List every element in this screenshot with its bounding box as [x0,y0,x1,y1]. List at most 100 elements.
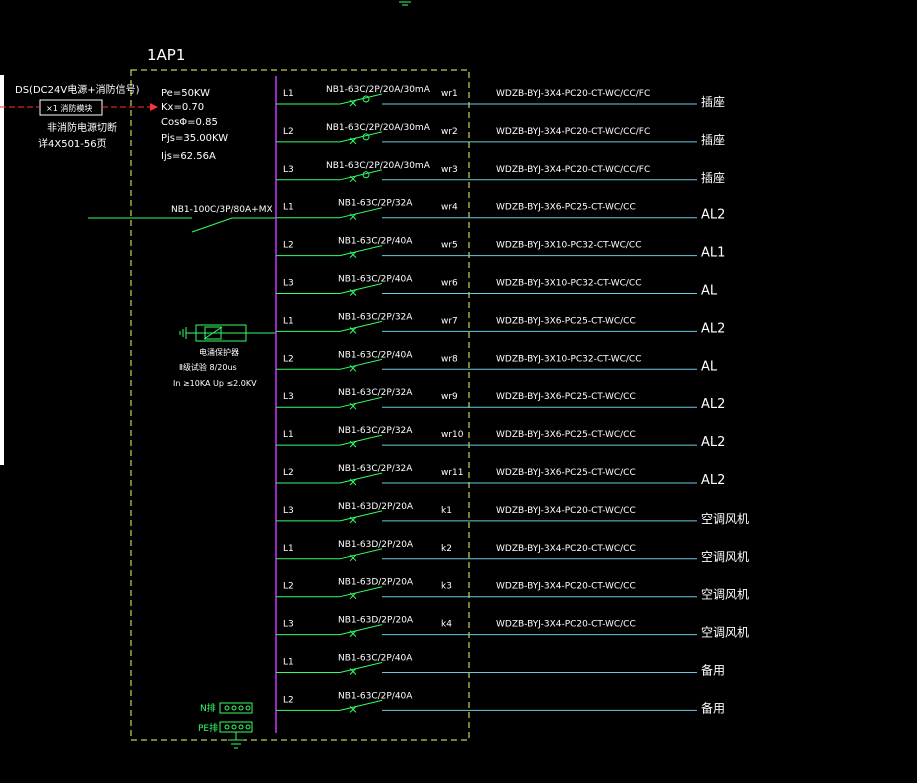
breaker-label: NB1-63D/2P/20A [338,578,414,588]
phase-label: L3 [283,506,294,516]
n-bar-label: N排 [200,702,216,714]
destination-label: 备用 [701,664,725,678]
breaker-label: NB1-63C/2P/32A [338,426,413,436]
phase-label: L3 [283,392,294,402]
circuit-id: wr1 [441,89,458,99]
circuit-row: L3 NB1-63D/2P/20A k4 WDZB-BYJ-3X4-PC20-CT-W… [276,616,749,640]
fire-signal-arrow-icon [150,103,158,111]
fire-module-note-1: 非消防电源切断 [47,121,117,134]
cable-spec: WDZB-BYJ-3X4-PC20-CT-WC/CC [496,544,636,554]
rcd-icon [362,95,370,103]
destination-label: 插座 [701,170,725,185]
circuit-id: wr10 [441,430,464,440]
breaker-label: NB1-63D/2P/20A [338,502,414,512]
breaker-icon [339,548,383,560]
incoming-feeder: NB1-100C/3P/80A+MX [88,205,276,233]
pe-bar-label: PE排 [198,722,218,734]
destination-label: AL2 [701,397,725,412]
phase-label: L2 [283,695,294,705]
breaker-icon [339,699,383,711]
breaker-icon [339,358,383,370]
breaker-label: NB1-63C/2P/32A [338,464,413,474]
circuit-id: k4 [441,620,452,630]
destination-label: 空调风机 [701,588,749,602]
circuit-id: wr8 [441,354,458,364]
incoming-breaker-icon [191,217,233,233]
panel-params: Pe=50KW Kx=0.70 CosΦ=0.85 Pjs=35.00KW Ij… [161,88,228,162]
destination-label: AL2 [701,473,725,488]
destination-label: AL2 [701,435,725,450]
circuit-id: k2 [441,544,452,554]
circuit-row: L2 NB1-63C/2P/20A/30mA wr2 WDZB-BYJ-3X4-PC2… [276,123,725,147]
circuit-row: L1 NB1-63C/2P/32A wr7 WDZB-BYJ-3X6-PC25-CT-… [276,312,725,336]
circuit-id: wr5 [441,241,458,251]
circuit-rows: L1 NB1-63C/2P/20A/30mA wr1 WDZB-BYJ-3X4-PC2… [276,85,749,715]
cable-spec: WDZB-BYJ-3X4-PC20-CT-WC/CC/FC [496,165,650,175]
circuit-row: L2 NB1-63C/2P/40A wr5 WDZB-BYJ-3X10-PC32-CT… [276,237,725,261]
spd-title: 电涌保护器 [199,347,239,357]
phase-label: L2 [283,354,294,364]
cable-spec: WDZB-BYJ-3X6-PC25-CT-WC/CC [496,316,636,326]
destination-label: 空调风机 [701,626,749,640]
cable-spec: WDZB-BYJ-3X4-PC20-CT-WC/CC [496,506,636,516]
cable-spec: WDZB-BYJ-3X4-PC20-CT-WC/CC/FC [496,127,650,137]
breaker-label: NB1-63C/2P/40A [338,350,413,360]
circuit-id: k3 [441,582,452,592]
circuit-row: L3 NB1-63C/2P/20A/30mA wr3 WDZB-BYJ-3X4-PC2… [276,161,725,185]
breaker-icon [339,93,383,105]
phase-label: L2 [283,582,294,592]
destination-label: 空调风机 [701,512,749,526]
phase-label: L1 [283,544,294,554]
circuit-row: L2 NB1-63C/2P/40A wr8 WDZB-BYJ-3X10-PC32-CT… [276,350,718,374]
circuit-row: L1 NB1-63C/2P/32A wr10 WDZB-BYJ-3X6-PC25-CT… [276,426,725,450]
param-ijs: Ijs=62.56A [161,151,216,162]
breaker-icon [339,320,383,332]
phase-label: L1 [283,316,294,326]
breaker-icon [339,434,383,446]
destination-label: 备用 [701,701,725,715]
circuit-id: wr2 [441,127,458,137]
phase-label: L1 [283,430,294,440]
param-pe: Pe=50KW [161,88,210,99]
panel-name: 1AP1 [147,46,185,64]
destination-label: AL [701,359,718,374]
surge-protector: 电涌保护器 Ⅱ级试验 8/20us In ≥10KA Up ≤2.0KV [173,324,276,388]
breaker-icon [339,624,383,636]
cable-spec: WDZB-BYJ-3X4-PC20-CT-WC/CC [496,620,636,630]
fire-module-note-2: 详4X501-56页 [38,137,107,150]
fire-module: DS(DC24V电源+消防信号) ×1 消防模块 非消防电源切断 详4X501-… [0,83,158,150]
cable-spec: WDZB-BYJ-3X6-PC25-CT-WC/CC [496,430,636,440]
breaker-label: NB1-63C/2P/40A [338,275,413,285]
cable-spec: WDZB-BYJ-3X6-PC25-CT-WC/CC [496,203,636,213]
breaker-icon [339,245,383,257]
fire-module-header: DS(DC24V电源+消防信号) [15,83,140,96]
cable-spec: WDZB-BYJ-3X4-PC20-CT-WC/CC/FC [496,89,650,99]
cable-spec: WDZB-BYJ-3X10-PC32-CT-WC/CC [496,241,641,251]
circuit-row: L1 NB1-63C/2P/20A/30mA wr1 WDZB-BYJ-3X4-PC2… [276,85,725,109]
cable-spec: WDZB-BYJ-3X10-PC32-CT-WC/CC [496,279,641,289]
phase-label: L3 [283,279,294,289]
breaker-label: NB1-63C/2P/32A [338,312,413,322]
breaker-icon [339,472,383,484]
circuit-row: L2 NB1-63D/2P/20A k3 WDZB-BYJ-3X4-PC20-CT-W… [276,578,749,602]
pe-ground-icon [228,732,244,749]
destination-label: 插座 [701,132,725,147]
phase-label: L2 [283,468,294,478]
phase-label: L1 [283,658,294,668]
param-cos: CosΦ=0.85 [161,117,218,128]
breaker-icon [339,586,383,598]
rcd-icon [362,171,370,179]
param-pjs: Pjs=35.00KW [161,133,228,144]
terminals: N排 PE排 [198,702,253,749]
breaker-label: NB1-63D/2P/20A [338,540,414,550]
phase-label: L2 [283,241,294,251]
phase-label: L1 [283,89,294,99]
cable-spec: WDZB-BYJ-3X6-PC25-CT-WC/CC [496,392,636,402]
cable-spec: WDZB-BYJ-3X6-PC25-CT-WC/CC [496,468,636,478]
breaker-label: NB1-63C/2P/20A/30mA [326,85,431,95]
breaker-label: NB1-63C/2P/32A [338,199,413,209]
destination-label: AL1 [701,246,725,261]
breaker-label: NB1-63C/2P/20A/30mA [326,123,431,133]
circuit-row: L3 NB1-63D/2P/20A k1 WDZB-BYJ-3X4-PC20-CT-W… [276,502,749,526]
breaker-icon [339,207,383,219]
